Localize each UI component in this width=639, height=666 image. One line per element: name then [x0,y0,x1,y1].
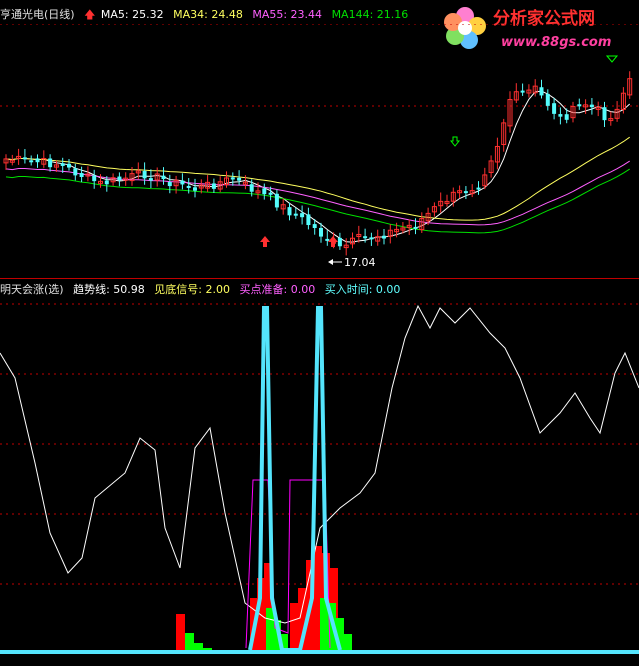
candlesticks [3,71,633,256]
left-arrow-icon [328,259,333,265]
candle-body [363,236,368,239]
candle-body [312,224,317,229]
ma144-line [5,168,630,234]
candle-body [193,187,197,191]
down-arrow-icon [449,136,461,147]
up-arrow-icon [260,236,270,247]
candle-body [211,183,216,189]
candle-body [476,187,481,190]
candle-body [35,158,40,163]
candle-body [230,177,235,180]
candle-body [48,158,53,168]
candle-body [117,176,122,181]
candle-body [413,226,418,229]
price-chart[interactable]: 17.04 [0,24,639,278]
candle-body [558,114,563,117]
candle-body [22,157,27,160]
candle-body [300,213,305,218]
indicator-bar [194,643,203,650]
candle-body [274,193,279,208]
candle-body [180,180,185,185]
buy-time-label: 买入时间: 0.00 [324,283,401,296]
candle-body [148,178,153,181]
candle-body [167,182,172,187]
candle-body [602,107,607,121]
candle-body [268,192,273,195]
candle-body [161,175,166,180]
indicator-bar [266,608,274,650]
candle-body [249,184,254,192]
candle-body [79,173,84,178]
candle-body [287,207,292,216]
buy-ready-label: 买点准备: 0.00 [239,283,316,296]
candle-body [67,163,71,168]
candle-body [589,104,594,108]
candle-body [552,103,557,114]
candle-body [306,214,311,226]
low-price-marker: 17.04 [328,256,376,269]
bottom-signal-label: 见底信号: 2.00 [154,283,230,296]
candle-body [539,87,544,96]
candle-body [262,188,267,195]
candle-body [73,168,78,176]
candle-body [545,93,550,106]
down-arrow-icon [605,55,619,63]
indicator-bar [185,633,194,650]
candle-body [60,163,65,166]
indicator-chart[interactable] [0,298,639,666]
indicator-bar [203,648,212,650]
candle-body [463,191,468,194]
candle-body [382,235,386,239]
trend-label: 趋势线: 50.98 [73,283,145,296]
indicator-header: 明天会涨(选) 趋势线: 50.98 见底信号: 2.00 买点准备: 0.00… [0,282,406,298]
indicator-bar [344,634,352,650]
candle-body [577,104,582,107]
indicator-name: 明天会涨(选) [0,283,64,296]
candle-body [520,90,525,93]
chart-window[interactable]: 亨通光电(日线) 🡅 MA5: 25.32 MA34: 24.48 MA55: … [0,0,639,666]
indicator-bar [176,614,185,650]
ma144-label: MA144: 21.16 [331,8,409,21]
ma55-label: MA55: 23.44 [252,8,323,21]
candle-body [92,175,97,182]
up-arrow-icon: 🡅 [84,8,96,21]
up-arrow-icon [328,236,338,247]
indicator-grid [0,303,639,585]
ma34-label: MA34: 24.48 [173,8,243,21]
candle-body [337,237,342,247]
candle-body [29,160,34,163]
candle-body [104,180,109,185]
indicator-bar [290,603,298,650]
candle-body [319,227,323,237]
indicator-baseline [0,650,639,654]
candle-body [186,185,191,188]
candle-body [325,238,330,241]
ma5-label: MA5: 25.32 [100,8,164,21]
panel-divider [0,278,639,279]
main-chart-header: 亨通光电(日线) 🡅 MA5: 25.32 MA34: 24.48 MA55: … [0,7,414,23]
candle-body [369,237,374,240]
candle-body [293,213,298,216]
candle-body [564,114,569,120]
candle-body [142,170,147,179]
stock-title: 亨通光电(日线) [0,8,75,21]
candle-body [237,177,242,181]
low-price-label: 17.04 [344,256,376,269]
moving-average-lines [5,90,631,243]
